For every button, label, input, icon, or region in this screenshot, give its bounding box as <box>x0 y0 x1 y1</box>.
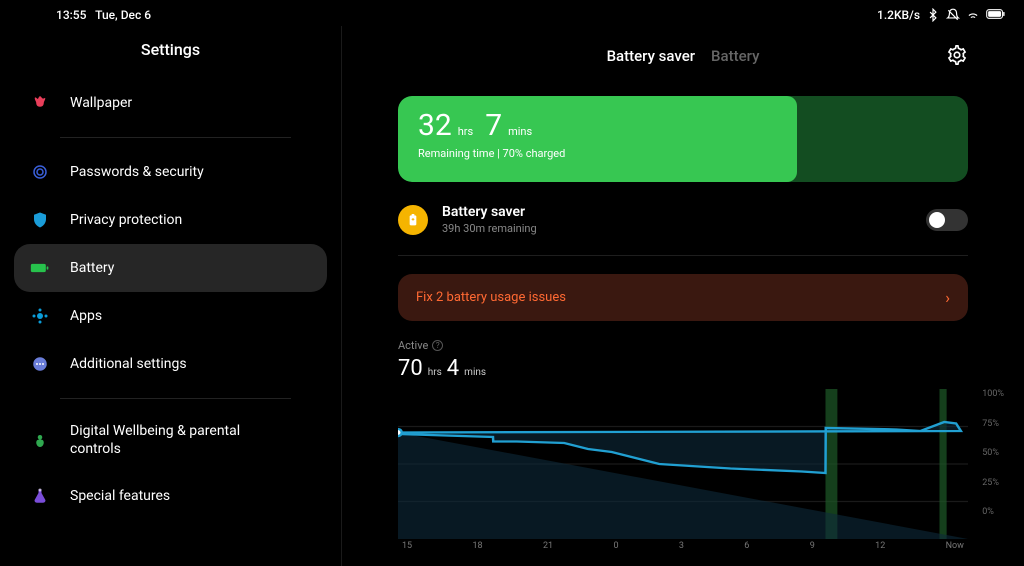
sidebar-item-label: Apps <box>70 308 102 324</box>
settings-gear-button[interactable] <box>946 44 968 66</box>
sidebar-item-additional[interactable]: Additional settings <box>14 340 327 388</box>
battery-remaining-time: 32 hrs 7 mins <box>418 108 565 143</box>
sidebar-item-privacy[interactable]: Privacy protection <box>14 196 327 244</box>
content-separator <box>398 255 968 256</box>
help-icon[interactable]: ? <box>432 340 443 351</box>
wellbeing-icon <box>30 431 50 451</box>
sidebar-item-label: Special features <box>70 488 170 504</box>
sidebar-item-label: Wallpaper <box>70 95 132 111</box>
battery-history-chart[interactable]: 100%75%50%25%0% <box>398 389 968 539</box>
bluetooth-icon <box>926 8 940 22</box>
chart-x-axis: 151821036912Now <box>398 541 968 551</box>
tab-battery-saver[interactable]: Battery saver <box>607 47 695 65</box>
sidebar-item-wellbeing[interactable]: Digital Wellbeing & parental controls <box>14 409 327 472</box>
sidebar-item-wallpaper[interactable]: Wallpaper <box>14 79 327 127</box>
battery-remaining-subtitle: Remaining time | 70% charged <box>418 147 565 160</box>
sidebar-item-label: Privacy protection <box>70 212 182 228</box>
battery-saver-toggle[interactable] <box>926 209 968 231</box>
apps-icon <box>30 306 50 326</box>
wallpaper-icon <box>30 93 50 113</box>
battery-saver-icon <box>398 205 428 235</box>
status-time: 13:55 <box>56 8 86 22</box>
battery-saver-subtitle: 39h 30m remaining <box>442 222 537 235</box>
active-time: 70 hrs 4 mins <box>398 356 968 381</box>
battery-icon <box>30 258 50 278</box>
more-icon <box>30 354 50 374</box>
sidebar-item-label: Digital Wellbeing & parental controls <box>70 423 260 458</box>
status-date: Tue, Dec 6 <box>95 8 151 22</box>
battery-saver-title: Battery saver <box>442 204 537 220</box>
sidebar-separator <box>60 137 291 138</box>
battery-remaining-card[interactable]: 32 hrs 7 mins Remaining time | 70% charg… <box>398 96 968 182</box>
battery-issues-text: Fix 2 battery usage issues <box>416 290 566 305</box>
fingerprint-icon <box>30 162 50 182</box>
tab-battery[interactable]: Battery <box>711 47 759 65</box>
sidebar-item-passwords[interactable]: Passwords & security <box>14 148 327 196</box>
flask-icon <box>30 486 50 506</box>
battery-status-icon <box>986 8 1006 22</box>
wifi-icon <box>966 8 980 22</box>
shield-icon <box>30 210 50 230</box>
sidebar-item-apps[interactable]: Apps <box>14 292 327 340</box>
active-label: Active ? <box>398 339 968 352</box>
sidebar-title: Settings <box>14 26 327 79</box>
sidebar-item-special[interactable]: Special features <box>14 472 327 520</box>
status-netspeed: 1.2KB/s <box>877 8 920 22</box>
sidebar-separator <box>60 398 291 399</box>
battery-issues-banner[interactable]: Fix 2 battery usage issues › <box>398 274 968 321</box>
sidebar-item-label: Passwords & security <box>70 164 204 180</box>
sidebar-item-battery[interactable]: Battery <box>14 244 327 292</box>
sidebar-item-label: Battery <box>70 260 114 276</box>
sidebar-item-label: Additional settings <box>70 356 187 372</box>
dnd-icon <box>946 8 960 22</box>
chevron-right-icon: › <box>945 288 950 307</box>
